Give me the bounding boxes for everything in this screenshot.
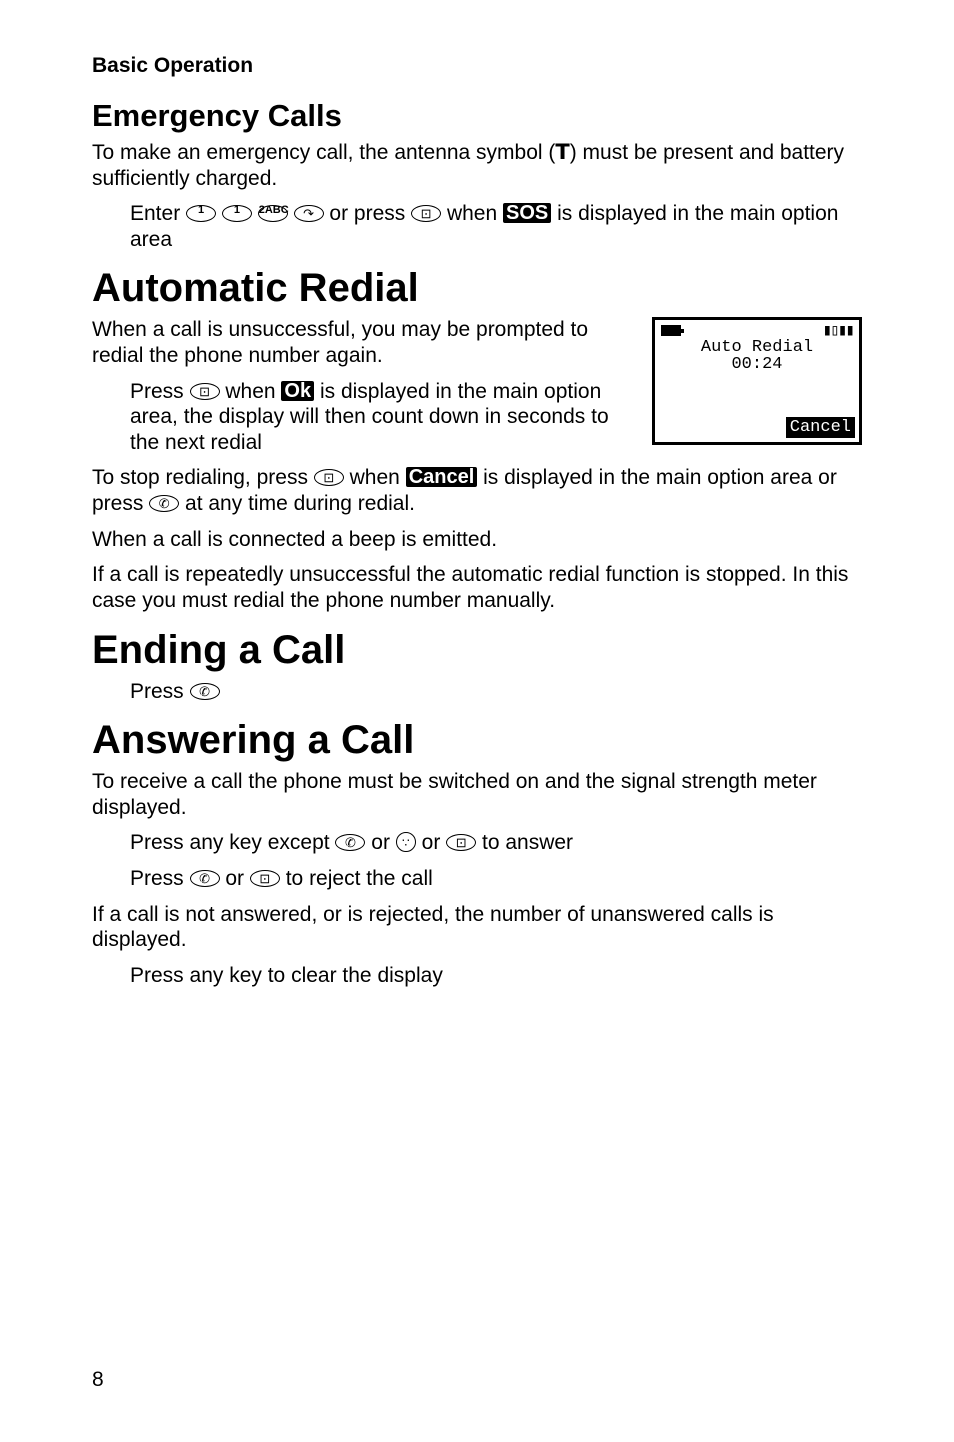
text: Press any key except <box>130 831 335 854</box>
softkey-icon <box>411 205 441 222</box>
text: To make an emergency call, the antenna s… <box>92 141 555 164</box>
auto-redial-intro: When a call is unsuccessful, you may be … <box>92 317 612 368</box>
softkey-icon <box>250 870 280 887</box>
auto-redial-failed: If a call is repeatedly unsuccessful the… <box>92 562 862 613</box>
key-2-icon <box>258 205 288 222</box>
ending-step: Press <box>130 679 862 705</box>
auto-redial-step: Press when Ok is displayed in the main o… <box>130 379 650 456</box>
battery-icon <box>661 325 681 336</box>
signal-icon: ▮▯▮▮ <box>822 323 853 339</box>
text: when <box>447 202 503 225</box>
emergency-step: Enter or press when SOS is displayed in … <box>130 201 862 252</box>
antenna-icon: T <box>555 140 569 164</box>
auto-redial-stop: To stop redialing, press when Cancel is … <box>92 465 862 516</box>
screen-line-2: 00:24 <box>655 355 859 374</box>
softkey-icon <box>190 383 220 400</box>
page-number: 8 <box>92 1368 104 1392</box>
heading-emergency-calls: Emergency Calls <box>92 98 862 134</box>
heading-ending-call: Ending a Call <box>92 628 862 673</box>
text: when <box>350 466 406 489</box>
sos-badge: SOS <box>503 203 551 223</box>
phone-screen-mockup: ▮▯▮▮ Auto Redial 00:24 Cancel <box>652 317 862 445</box>
text: or <box>225 867 250 890</box>
cancel-badge: Cancel <box>406 467 478 487</box>
end-key-icon <box>149 495 179 512</box>
text: at any time during redial. <box>185 492 415 515</box>
emergency-intro: To make an emergency call, the antenna s… <box>92 140 862 191</box>
text: or <box>371 831 396 854</box>
section-breadcrumb: Basic Operation <box>92 54 862 78</box>
text: Enter <box>130 202 186 225</box>
key-1-icon <box>186 205 216 222</box>
softkey-icon <box>314 469 344 486</box>
ok-badge: Ok <box>281 381 314 401</box>
text: Press <box>130 380 190 403</box>
text: or <box>422 831 447 854</box>
end-key-icon <box>190 683 220 700</box>
text: to answer <box>482 831 573 854</box>
softkey-icon <box>446 834 476 851</box>
text: or press <box>329 202 411 225</box>
screen-cancel-softkey: Cancel <box>786 417 855 438</box>
answering-clear: Press any key to clear the display <box>130 963 862 989</box>
text: when <box>225 380 281 403</box>
answering-step1: Press any key except or or to answer <box>130 830 862 856</box>
text: To stop redialing, press <box>92 466 314 489</box>
text: to reject the call <box>286 867 433 890</box>
answering-step2: Press or to reject the call <box>130 866 862 892</box>
answering-intro: To receive a call the phone must be swit… <box>92 769 862 820</box>
text: Press <box>130 680 190 703</box>
end-key-icon <box>335 834 365 851</box>
end-key-icon <box>190 870 220 887</box>
auto-redial-connected: When a call is connected a beep is emitt… <box>92 527 862 553</box>
key-1-icon <box>222 205 252 222</box>
heading-automatic-redial: Automatic Redial <box>92 266 862 311</box>
text: Press <box>130 867 190 890</box>
nav-key-icon <box>396 832 416 852</box>
answering-not-answered: If a call is not answered, or is rejecte… <box>92 902 862 953</box>
heading-answering-call: Answering a Call <box>92 718 862 763</box>
send-key-icon <box>294 205 324 222</box>
